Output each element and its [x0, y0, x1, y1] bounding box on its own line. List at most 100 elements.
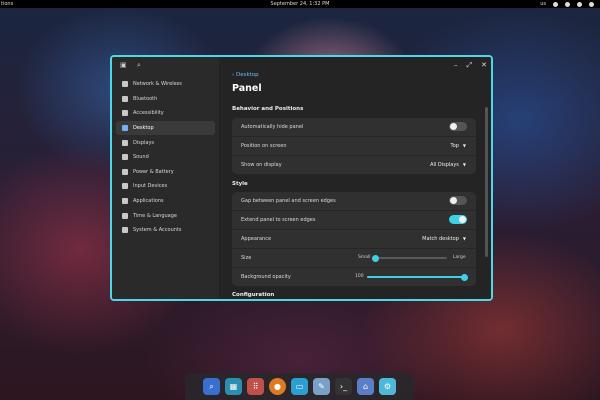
- sidebar-item-label: Displays: [133, 139, 155, 146]
- sidebar-item-label: Applications: [133, 198, 164, 205]
- sidebar-item-label: Desktop: [133, 125, 154, 132]
- network-status-icon[interactable]: [553, 1, 558, 7]
- opacity-slider-fill: [367, 276, 464, 278]
- notifications-icon[interactable]: [577, 1, 582, 7]
- opacity-slider[interactable]: [367, 273, 468, 281]
- desktop-icon: [122, 125, 128, 132]
- accessibility-icon: [122, 110, 128, 117]
- search-icon[interactable]: ⌕: [137, 61, 141, 70]
- text-editor-icon[interactable]: ✎: [313, 378, 330, 395]
- size-slider-handle[interactable]: [371, 254, 379, 262]
- gap-label: Gap between panel and screen edges: [241, 198, 336, 204]
- auto-hide-row: Automatically hide panel: [232, 118, 476, 137]
- sidebar-item-time-language[interactable]: Time & Language: [116, 208, 215, 223]
- applications-icon: [122, 198, 128, 205]
- sidebar-item-network[interactable]: Network & Wireless: [116, 77, 215, 92]
- size-label: Size: [241, 255, 252, 261]
- chevron-down-icon: ▼: [462, 236, 466, 241]
- chevron-down-icon: ▼: [462, 162, 466, 167]
- show-on-display-row: Show on display All Displays ▼: [232, 156, 476, 174]
- clock[interactable]: September 24, 1:32 PM: [0, 1, 600, 7]
- page-title: Panel: [232, 83, 262, 94]
- position-value: Top: [450, 143, 459, 149]
- show-on-display-label: Show on display: [241, 162, 282, 168]
- firefox-icon[interactable]: ●: [269, 378, 286, 395]
- keyboard-icon: [122, 183, 128, 190]
- clock-icon: [122, 212, 128, 219]
- auto-hide-toggle[interactable]: [449, 122, 467, 131]
- terminal-icon[interactable]: ›_: [335, 378, 352, 395]
- back-label: Desktop: [235, 72, 259, 78]
- panel-settings-page: – ⤢ ✕ ‹ Desktop Panel Behavior and Posit…: [219, 57, 491, 299]
- sound-status-icon[interactable]: [565, 1, 570, 7]
- gap-toggle[interactable]: [449, 196, 467, 205]
- extend-label: Extend panel to screen edges: [241, 217, 316, 223]
- section-heading-configuration: Configuration: [232, 292, 275, 298]
- workspaces-icon[interactable]: ▦: [225, 378, 242, 395]
- sidebar-toggle-icon[interactable]: ▣: [120, 61, 127, 69]
- sidebar-item-label: Power & Battery: [133, 168, 174, 175]
- displays-icon: [122, 139, 128, 146]
- opacity-value: 100: [355, 274, 364, 279]
- sidebar-item-label: Sound: [133, 154, 149, 161]
- sidebar-item-input-devices[interactable]: Input Devices: [116, 179, 215, 194]
- style-group: Gap between panel and screen edges Exten…: [232, 192, 476, 286]
- auto-hide-label: Automatically hide panel: [241, 124, 304, 130]
- top-panel: tions September 24, 1:32 PM us: [0, 0, 600, 8]
- section-heading-behavior: Behavior and Positions: [232, 106, 304, 112]
- sidebar-item-system-accounts[interactable]: System & Accounts: [116, 223, 215, 238]
- files-icon[interactable]: ▭: [291, 378, 308, 395]
- extend-toggle[interactable]: [449, 215, 467, 224]
- size-min-label: Small: [358, 255, 371, 260]
- section-heading-style: Style: [232, 181, 248, 187]
- gap-row: Gap between panel and screen edges: [232, 192, 476, 211]
- power-icon[interactable]: [589, 1, 594, 7]
- close-icon[interactable]: ✕: [481, 61, 487, 70]
- settings-icon[interactable]: ⚙: [379, 378, 396, 395]
- show-on-display-dropdown[interactable]: All Displays ▼: [430, 162, 466, 168]
- opacity-slider-handle[interactable]: [460, 273, 468, 281]
- sidebar-item-desktop[interactable]: Desktop: [116, 120, 215, 136]
- show-on-display-value: All Displays: [430, 162, 459, 168]
- opacity-label: Background opacity: [241, 274, 291, 280]
- size-slider[interactable]: [371, 254, 447, 262]
- minimize-icon[interactable]: –: [454, 61, 458, 70]
- behavior-group: Automatically hide panel Position on scr…: [232, 118, 476, 174]
- sidebar-list: Network & Wireless Bluetooth Accessibili…: [112, 73, 219, 238]
- maximize-icon[interactable]: ⤢: [467, 61, 473, 70]
- back-button[interactable]: ‹ Desktop: [232, 72, 259, 78]
- app-launcher-icon[interactable]: ⌕: [203, 378, 220, 395]
- power-icon: [122, 168, 128, 175]
- appearance-value: Match desktop: [422, 236, 459, 242]
- bluetooth-icon: [122, 95, 128, 102]
- settings-window: ▣ ⌕ Network & Wireless Bluetooth Accessi…: [110, 55, 493, 301]
- keyboard-layout-indicator[interactable]: us: [540, 1, 546, 7]
- chevron-down-icon: ▼: [462, 143, 466, 148]
- sidebar-item-label: Bluetooth: [133, 95, 158, 102]
- sidebar: ▣ ⌕ Network & Wireless Bluetooth Accessi…: [112, 57, 219, 299]
- network-icon: [122, 81, 128, 88]
- sidebar-item-sound[interactable]: Sound: [116, 150, 215, 165]
- system-tray: us: [540, 1, 594, 7]
- opacity-row: Background opacity 100: [232, 268, 476, 286]
- size-row: Size Small Large: [232, 249, 476, 268]
- position-label: Position on screen: [241, 143, 287, 149]
- sidebar-item-bluetooth[interactable]: Bluetooth: [116, 92, 215, 107]
- size-max-label: Large: [453, 255, 466, 260]
- app-store-icon[interactable]: ⌂: [357, 378, 374, 395]
- scrollbar[interactable]: [485, 107, 488, 257]
- sidebar-item-label: Network & Wireless: [133, 81, 182, 88]
- sidebar-header: ▣ ⌕: [112, 57, 219, 73]
- appearance-dropdown[interactable]: Match desktop ▼: [422, 236, 466, 242]
- sidebar-item-label: Time & Language: [133, 212, 177, 219]
- sidebar-item-displays[interactable]: Displays: [116, 135, 215, 150]
- sidebar-item-accessibility[interactable]: Accessibility: [116, 106, 215, 121]
- sidebar-item-applications[interactable]: Applications: [116, 194, 215, 209]
- extend-row: Extend panel to screen edges: [232, 211, 476, 230]
- sidebar-item-power[interactable]: Power & Battery: [116, 165, 215, 180]
- position-dropdown[interactable]: Top ▼: [450, 143, 466, 149]
- accounts-icon: [122, 227, 128, 234]
- app-grid-icon[interactable]: ⠿: [247, 378, 264, 395]
- appearance-row: Appearance Match desktop ▼: [232, 230, 476, 249]
- position-row: Position on screen Top ▼: [232, 137, 476, 156]
